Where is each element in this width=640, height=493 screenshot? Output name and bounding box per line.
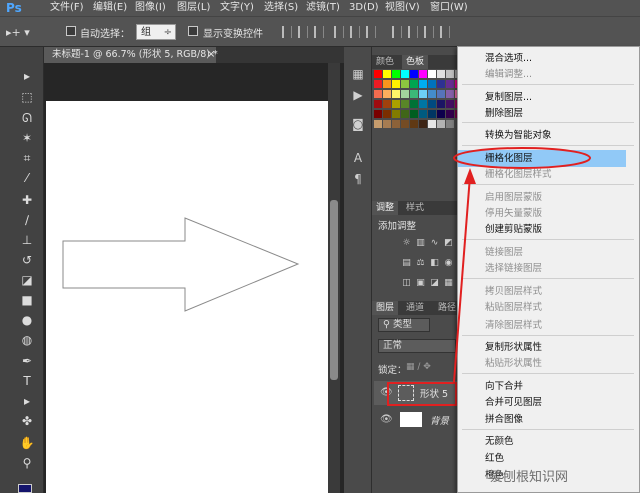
red-arrow-annotation (453, 175, 471, 383)
watermark: 爱刨根知识网 (490, 470, 569, 485)
annotation-overlay (453, 147, 591, 383)
red-arrow-head (464, 168, 476, 184)
red-ellipse-annotation (453, 147, 591, 169)
